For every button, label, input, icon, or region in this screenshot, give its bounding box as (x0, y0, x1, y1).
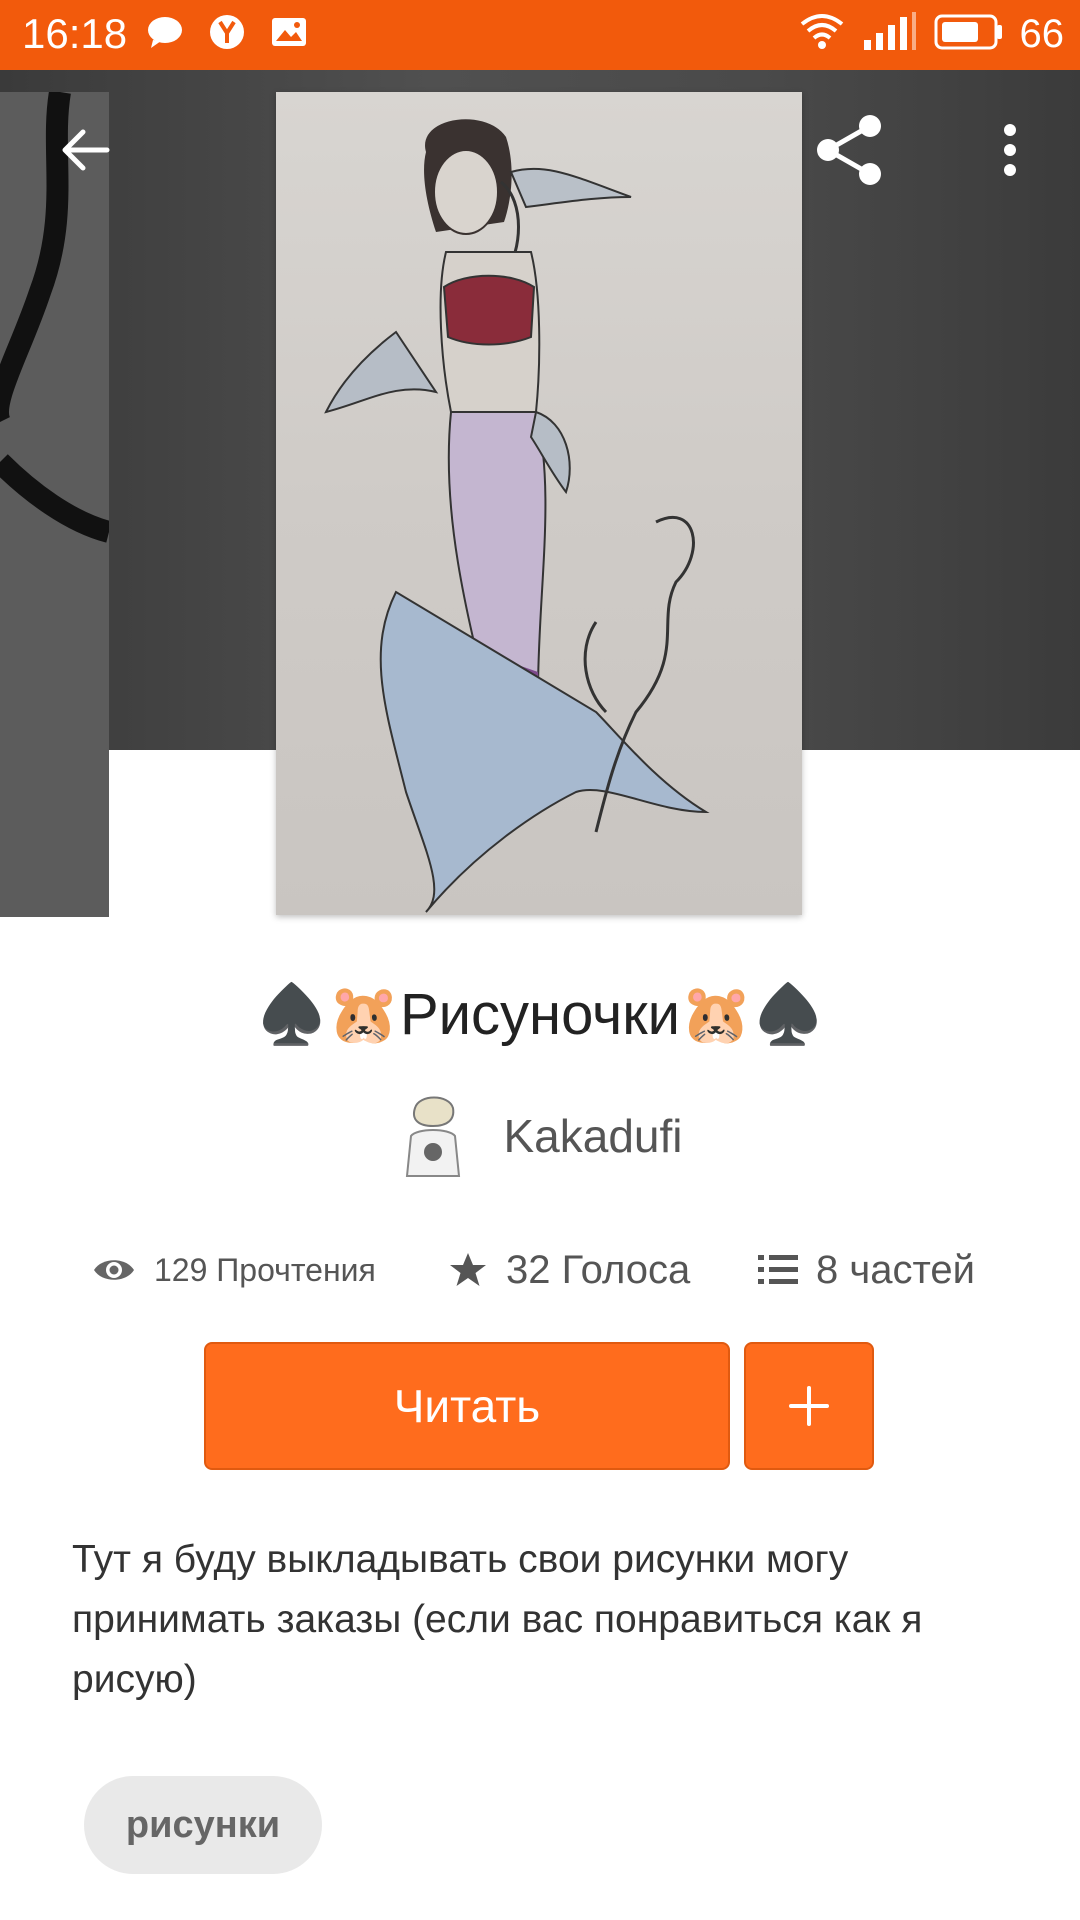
list-icon (758, 1255, 798, 1284)
author-row[interactable]: Kakadufi (0, 1090, 1080, 1182)
story-description: Тут я буду выкладывать свои рисунки могу… (72, 1538, 923, 1701)
author-name[interactable]: Kakadufi (503, 1109, 682, 1163)
more-vertical-icon (1004, 124, 1016, 176)
parts-count[interactable]: 8 частей (816, 1235, 975, 1305)
arrow-left-icon (62, 129, 110, 171)
parts-stat[interactable]: 8 частей (758, 1235, 975, 1305)
signal-icon (862, 10, 918, 59)
status-notification-icons (145, 12, 309, 57)
wifi-icon (798, 10, 846, 59)
avatar[interactable] (397, 1090, 470, 1182)
more-options-button[interactable] (965, 105, 1055, 195)
star-icon (450, 1253, 486, 1286)
status-system-icons: 66 (798, 8, 1065, 60)
reads-count: 129 Прочтения (154, 1252, 376, 1288)
add-to-library-button[interactable] (744, 1342, 874, 1470)
status-bar: 16:18 66 (0, 0, 1080, 70)
mermaid-drawing-image (324, 119, 710, 913)
tag-chip[interactable]: рисунки (84, 1776, 322, 1874)
share-icon (817, 115, 881, 185)
status-time: 16:18 (22, 10, 128, 57)
yandex-icon (207, 12, 247, 57)
reads-stat: 129 Прочтения (92, 1235, 376, 1305)
eye-icon (94, 1260, 134, 1280)
message-icon (145, 12, 185, 57)
story-title: ♠️🐹Рисуночки🐹♠️ (255, 982, 825, 1047)
share-button[interactable] (805, 105, 895, 195)
plus-icon (789, 1386, 829, 1426)
votes-count: 32 Голоса (506, 1248, 691, 1292)
battery-icon (934, 12, 1004, 57)
gallery-icon (269, 12, 309, 57)
story-cover[interactable] (276, 92, 802, 915)
back-button[interactable] (40, 105, 130, 195)
read-button[interactable]: Читать (204, 1342, 730, 1470)
votes-stat: 32 Голоса (448, 1235, 690, 1305)
battery-level: 66 (1019, 12, 1065, 56)
previous-story-cover[interactable] (0, 92, 109, 917)
story-stats: 129 Прочтения 32 Голоса 8 частей (0, 1235, 1080, 1305)
